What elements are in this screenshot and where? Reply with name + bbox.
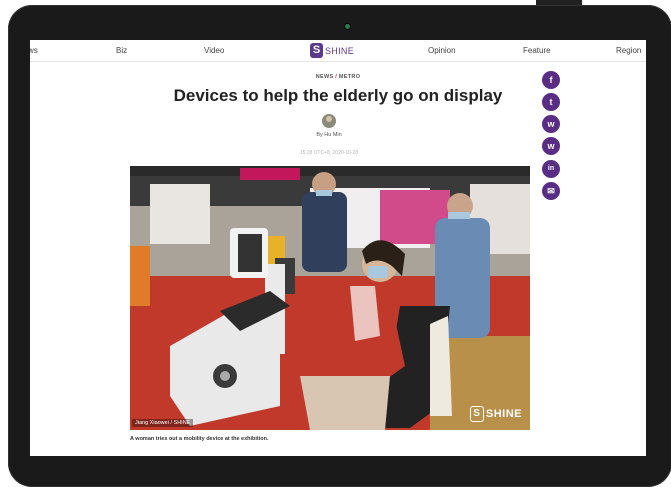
nav-item-feature[interactable]: Feature [523,46,551,55]
browser-screen: ws Biz Video S SHINE Opinion Feature Reg… [30,40,646,456]
watermark-mark: S [469,406,484,422]
photo-illustration [130,166,530,430]
logo-mark: S [310,43,323,58]
photo-watermark: S SHINE [469,406,522,422]
author-avatar[interactable] [322,114,336,128]
linkedin-icon: in [547,165,555,172]
nav-item-region[interactable]: Region [616,46,641,55]
kicker-metro-link[interactable]: METRO [339,74,360,80]
article-photo[interactable]: Jiang Xiaowei / SHINE S SHINE [130,166,530,430]
email-share-button[interactable]: ✉ [542,182,560,200]
photo-credit: Jiang Xiaowei / SHINE [132,419,194,427]
article-byline[interactable]: By Hu Min [30,132,628,138]
nav-item-opinion[interactable]: Opinion [428,46,456,55]
top-navigation: ws Biz Video S SHINE Opinion Feature Reg… [30,40,646,62]
tablet-button [536,0,582,5]
weibo-icon: w [547,141,555,151]
facebook-share-button[interactable]: f [542,71,560,89]
watermark-text: SHINE [485,408,522,420]
nav-item-biz[interactable]: Biz [116,46,127,55]
wechat-icon: w [547,119,555,129]
twitter-share-button[interactable]: t [542,93,560,111]
linkedin-share-button[interactable]: in [542,160,560,178]
shine-logo[interactable]: S SHINE [310,42,354,59]
facebook-icon: f [549,75,553,85]
logo-text: SHINE [325,45,355,56]
nav-item-news[interactable]: ws [30,46,38,55]
kicker-news-link[interactable]: NEWS [316,74,334,80]
article-dateline: 15:28 UTC+8, 2020-10-28 [299,150,359,156]
email-icon: ✉ [547,186,555,196]
weibo-share-button[interactable]: w [542,137,560,155]
nav-item-video[interactable]: Video [204,46,224,55]
front-camera [345,24,350,29]
photo-caption: A woman tries out a mobility device at t… [130,436,269,442]
wechat-share-button[interactable]: w [542,115,560,133]
kicker-separator: / [335,74,338,80]
twitter-icon: t [549,97,553,107]
